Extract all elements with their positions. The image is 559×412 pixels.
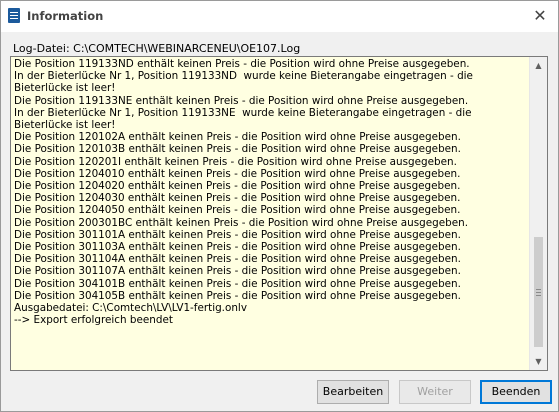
edit-button[interactable]: Bearbeiten <box>317 380 389 404</box>
next-button[interactable]: Weiter <box>399 380 471 404</box>
document-list-icon <box>8 8 20 23</box>
log-line: Die Position 1204020 enthält keinen Prei… <box>14 180 461 193</box>
title-bar[interactable]: Information ✕ <box>1 1 558 32</box>
log-line: Die Position 119133NE enthält keinen Pre… <box>14 94 469 107</box>
finish-button[interactable]: Beenden <box>480 380 552 404</box>
information-dialog: Information ✕ Log-Datei: C:\COMTECH\WEBI… <box>0 0 559 412</box>
log-line: Die Position 120102A enthält keinen Prei… <box>14 131 461 144</box>
log-line: --> Export erfolgreich beendet <box>14 314 173 327</box>
log-line: Die Position 119133ND enthält keinen Pre… <box>14 58 470 70</box>
log-text: Die Position 119133ND enthält keinen Pre… <box>14 58 526 326</box>
log-file-label: Log-Datei: C:\COMTECH\WEBINARCENEU\OE107… <box>13 42 301 55</box>
log-line: Die Position 301103A enthält keinen Prei… <box>14 241 461 254</box>
window-title: Information <box>27 9 104 23</box>
thumb-grip-line <box>536 295 541 296</box>
log-line: Die Position 1204050 enthält keinen Prei… <box>14 204 461 217</box>
log-line: Die Position 120201I enthält keinen Prei… <box>14 155 457 168</box>
scroll-down-arrow-icon[interactable]: ▼ <box>530 353 547 370</box>
scroll-up-arrow-icon[interactable]: ▲ <box>530 57 547 74</box>
log-line: Die Position 301101A enthält keinen Prei… <box>14 228 461 241</box>
log-line: Die Position 1204010 enthält keinen Prei… <box>14 167 461 180</box>
log-line: Die Position 301107A enthält keinen Prei… <box>14 265 461 278</box>
log-line: Die Position 1204030 enthält keinen Prei… <box>14 192 461 205</box>
log-line: Die Position 304105B enthält keinen Prei… <box>14 289 461 302</box>
log-line: In der Bieterlücke Nr 1, Position 119133… <box>14 70 477 95</box>
vertical-scrollbar[interactable]: ▲ ▼ <box>529 57 547 370</box>
scroll-thumb[interactable] <box>534 237 543 347</box>
log-line: Die Position 301104A enthält keinen Prei… <box>14 253 461 266</box>
thumb-grip-line <box>536 292 541 293</box>
log-line: Die Position 200301BC enthält keinen Pre… <box>14 216 469 229</box>
log-textarea[interactable]: Die Position 119133ND enthält keinen Pre… <box>10 56 548 371</box>
log-line: Ausgabedatei: C:\Comtech\LV\LV1-fertig.o… <box>14 302 247 315</box>
log-line: Die Position 120103B enthält keinen Prei… <box>14 143 461 156</box>
log-line: Die Position 304101B enthält keinen Prei… <box>14 277 461 290</box>
thumb-grip-line <box>536 289 541 290</box>
close-button[interactable]: ✕ <box>531 7 549 25</box>
log-line: In der Bieterlücke Nr 1, Position 119133… <box>14 106 475 132</box>
